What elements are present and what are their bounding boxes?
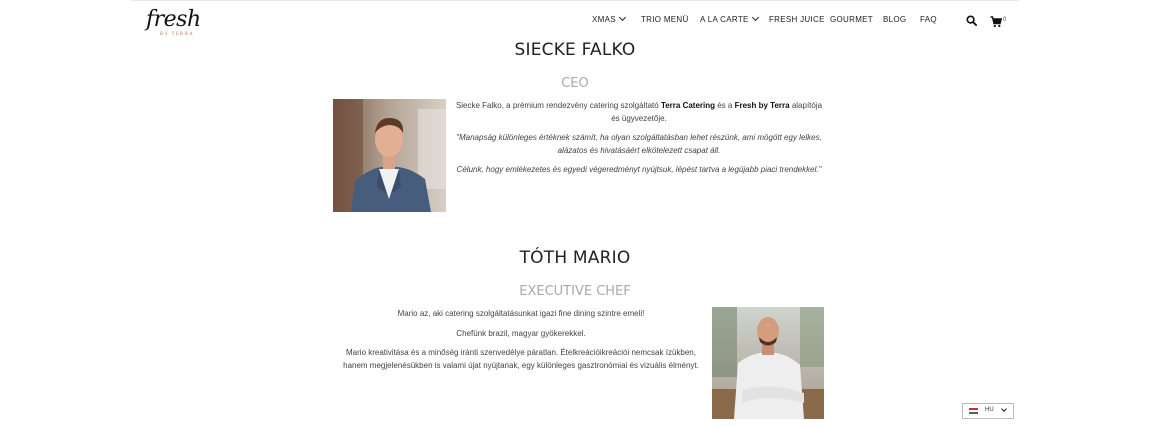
nav-item-gourmet[interactable]: GOURMET xyxy=(830,14,873,26)
nav-label: TRIO MENÜ xyxy=(641,15,689,24)
person-name: TÓTH MARIO xyxy=(519,248,631,268)
logo-subtitle: BY TERRA xyxy=(160,32,194,37)
nav-item-xmas[interactable]: XMAS xyxy=(592,13,626,26)
ceo-quote-1: "Manapság különleges értéknek számít, ha… xyxy=(456,133,822,155)
hungary-flag-icon xyxy=(969,408,978,414)
nav-label: A LA CARTE xyxy=(700,15,749,24)
person-role: CEO xyxy=(561,76,589,91)
chef-portrait-photo xyxy=(712,307,824,419)
ceo-portrait-photo xyxy=(333,99,446,212)
search-icon[interactable] xyxy=(966,15,977,26)
logo-script: fresh xyxy=(146,7,201,32)
nav-label: GOURMET xyxy=(830,15,873,24)
nav-label: XMAS xyxy=(592,15,616,24)
header-top-border xyxy=(131,0,1019,1)
nav-label: FRESH JUICE xyxy=(769,15,825,24)
ceo-quote-2: Célunk, hogy emlékezetes és egyedi véger… xyxy=(456,165,822,174)
person-role: EXECUTIVE CHEF xyxy=(519,284,631,299)
ceo-intro-text: Siecke Falko, a prémium rendezvény cater… xyxy=(455,101,661,110)
nav-label: BLOG xyxy=(883,15,907,24)
brand-logo[interactable]: fresh BY TERRA xyxy=(146,7,206,38)
chevron-down-icon xyxy=(618,13,626,22)
language-label: HU xyxy=(985,407,994,413)
ceo-intro-paragraph: Siecke Falko, a prémium rendezvény cater… xyxy=(452,100,826,125)
chef-bio: Mario az, aki catering szolgáltatásunkat… xyxy=(334,308,708,372)
ceo-bio: Siecke Falko, a prémium rendezvény cater… xyxy=(452,100,826,177)
fresh-by-terra-name: Fresh by Terra xyxy=(734,101,790,110)
cart-count: 0 xyxy=(1003,17,1007,23)
terra-catering-name: Terra Catering xyxy=(660,101,716,110)
ceo-intro-text: és a xyxy=(715,101,735,110)
nav-item-trio-menu[interactable]: TRIO MENÜ xyxy=(641,14,689,26)
cart-button[interactable]: 0 xyxy=(990,15,1012,28)
language-selector[interactable]: HU xyxy=(962,403,1014,419)
chef-paragraph-2: Chefünk brazil, magyar gyökerekkel. xyxy=(456,328,586,338)
nav-item-faq[interactable]: FAQ xyxy=(920,14,937,26)
nav-item-blog[interactable]: BLOG xyxy=(883,14,906,26)
person-name: SIECKE FALKO xyxy=(514,40,636,60)
chef-paragraph-1: Mario az, aki catering szolgáltatásunkat… xyxy=(397,309,645,318)
chevron-down-icon xyxy=(1001,406,1007,412)
nav-item-fresh-juice[interactable]: FRESH JUICE xyxy=(769,14,825,26)
nav-item-a-la-carte[interactable]: A LA CARTE xyxy=(700,13,759,26)
nav-label: FAQ xyxy=(920,15,937,24)
shopping-cart-icon xyxy=(990,16,1003,28)
chef-paragraph-3: Mario kreativitása és a minőség iránti s… xyxy=(343,348,699,370)
chevron-down-icon xyxy=(751,13,759,22)
